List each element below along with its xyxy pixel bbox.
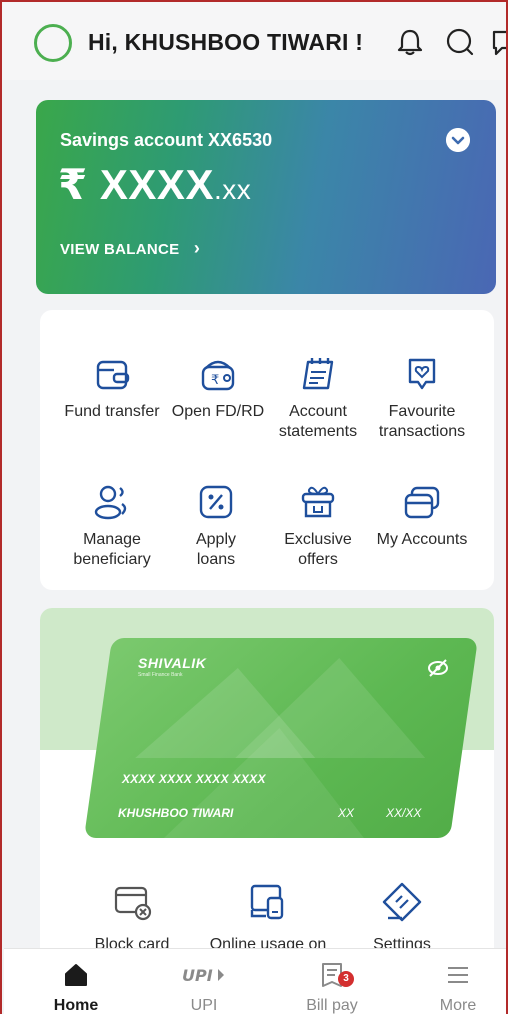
card-brand-sub: Small Finance Bank bbox=[138, 672, 183, 678]
qa-label-6b: loans bbox=[196, 551, 236, 568]
qa-label-7a: Exclusive bbox=[284, 531, 352, 548]
profile-avatar[interactable] bbox=[34, 24, 72, 62]
qa-label-3a: Account bbox=[289, 403, 347, 420]
view-balance-arrow: › bbox=[193, 238, 201, 258]
statement-icon bbox=[302, 358, 334, 390]
nav-upi[interactable]: UPI UPI bbox=[154, 955, 254, 1014]
bill-pay-badge: 3 bbox=[338, 971, 354, 987]
online-usage-icon bbox=[250, 884, 284, 920]
balance-main: XXXX bbox=[99, 161, 214, 208]
greeting-text: Hi, KHUSHBOO TIWARI ! bbox=[88, 29, 364, 55]
eye-off-icon[interactable] bbox=[426, 656, 450, 680]
qa-label-7b: offers bbox=[298, 551, 338, 568]
nav-home[interactable]: Home bbox=[26, 955, 126, 1014]
qa-label-4a: Favourite bbox=[388, 403, 456, 420]
qa-label-5a: Manage bbox=[83, 531, 141, 548]
qa-label-3: Account statements bbox=[258, 402, 378, 442]
exclusive-offers-action[interactable]: Exclusive offers bbox=[258, 482, 378, 570]
nav-bill-pay-label: Bill pay bbox=[306, 997, 358, 1014]
menu-icon bbox=[448, 967, 468, 983]
card-holder: KHUSHBOO TIWARI bbox=[118, 806, 234, 820]
qa-label-8: My Accounts bbox=[376, 531, 468, 548]
view-balance-label: VIEW BALANCE bbox=[60, 241, 180, 258]
nav-more[interactable]: More bbox=[408, 955, 506, 1014]
block-card-icon bbox=[114, 886, 152, 921]
percent-icon bbox=[199, 485, 233, 519]
qa-label-3b: statements bbox=[278, 423, 358, 440]
rupee-wallet-icon: ₹ bbox=[201, 360, 235, 391]
qa-label-6a: Apply bbox=[195, 531, 237, 548]
qa-label-4: Favourite transactions bbox=[362, 402, 482, 442]
svg-text:UPI: UPI bbox=[182, 966, 213, 985]
bell-icon[interactable] bbox=[394, 26, 426, 58]
card-expiry: XX/XX bbox=[386, 806, 422, 820]
account-statements-action[interactable]: Account statements bbox=[258, 354, 378, 442]
favourite-transactions-action[interactable]: Favourite transactions bbox=[362, 354, 482, 442]
heart-tag-icon bbox=[408, 358, 436, 390]
account-balance: ₹ XXXX.xx bbox=[58, 160, 251, 209]
qa-label-1: Fund transfer bbox=[64, 403, 160, 420]
qa-label-4b: transactions bbox=[378, 423, 466, 440]
search-icon[interactable] bbox=[444, 26, 476, 58]
upi-logo-icon: UPI bbox=[182, 966, 224, 985]
my-accounts-action[interactable]: My Accounts bbox=[362, 482, 482, 550]
gift-icon bbox=[301, 486, 335, 518]
quick-actions-panel: Fund transfer ₹ Open FD/RD Account state… bbox=[40, 310, 494, 590]
cards-icon bbox=[404, 486, 440, 519]
qa-label-5: Manage beneficiary bbox=[52, 530, 172, 570]
svg-text:₹: ₹ bbox=[211, 373, 219, 388]
home-icon bbox=[65, 964, 87, 986]
online-usage-action[interactable]: Online usage on bbox=[198, 880, 338, 954]
savings-account-card[interactable]: Savings account XX6530 ₹ XXXX.xx VIEW BA… bbox=[36, 100, 496, 294]
card-brand: SHIVALIK bbox=[138, 655, 207, 671]
qa-label-5b: beneficiary bbox=[73, 551, 151, 568]
nav-more-label: More bbox=[439, 997, 477, 1014]
card-settings-action[interactable]: Settings bbox=[332, 880, 472, 954]
chat-icon[interactable] bbox=[490, 26, 508, 58]
fund-transfer-action[interactable]: Fund transfer bbox=[52, 354, 172, 422]
balance-decimal: .xx bbox=[213, 174, 252, 205]
wallet-icon bbox=[96, 360, 130, 390]
bottom-navigation: Home UPI UPI 3 Bill pay More bbox=[4, 948, 506, 1014]
top-header: Hi, KHUSHBOO TIWARI ! bbox=[2, 2, 506, 80]
nav-home-label: Home bbox=[53, 997, 99, 1014]
users-icon bbox=[94, 485, 127, 520]
view-balance-link[interactable]: VIEW BALANCE › bbox=[60, 238, 200, 259]
chevron-down-icon[interactable] bbox=[446, 128, 470, 152]
manage-beneficiary-action[interactable]: Manage beneficiary bbox=[52, 482, 172, 570]
settings-card-icon bbox=[382, 882, 422, 922]
currency-symbol: ₹ bbox=[58, 161, 88, 208]
card-cvv: XX bbox=[338, 806, 355, 820]
account-title: Savings account XX6530 bbox=[60, 130, 273, 150]
nav-upi-label: UPI bbox=[190, 997, 218, 1014]
app-screen: Hi, KHUSHBOO TIWARI ! Savings account XX… bbox=[0, 0, 508, 1014]
qa-label-7: Exclusive offers bbox=[258, 530, 378, 570]
card-number: XXXX XXXX XXXX XXXX bbox=[122, 772, 266, 786]
block-card-action[interactable]: Block card bbox=[62, 880, 202, 954]
nav-bill-pay[interactable]: 3 Bill pay bbox=[282, 955, 382, 1014]
